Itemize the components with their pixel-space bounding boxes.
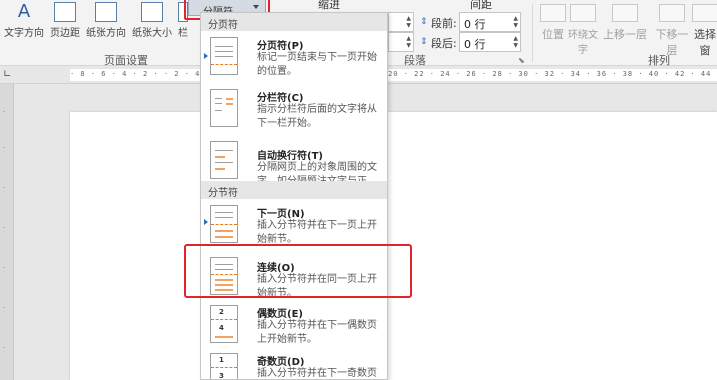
orientation-icon — [95, 2, 117, 22]
text-direction-button[interactable]: A 文字方向 — [4, 0, 44, 48]
spacing-before-input[interactable]: 0 行 ▲ ▼ — [459, 12, 521, 32]
indent-left-stepper[interactable]: ▲ ▼ — [388, 12, 414, 32]
page-breaks-header: 分页符 — [201, 13, 387, 31]
bring-forward-button[interactable]: 上移一层 — [600, 4, 650, 42]
paper-size-icon — [141, 2, 163, 22]
spacing-before-label: 段前: — [431, 17, 457, 30]
continuous-highlight — [184, 244, 412, 298]
text-direction-icon: A — [17, 1, 31, 22]
selection-pane-icon — [692, 4, 717, 22]
dialog-launcher-icon[interactable]: ⬊ — [518, 56, 525, 65]
indent-label: 缩进 — [318, 0, 340, 11]
column-break-icon — [210, 89, 238, 127]
spacing-before-icon: ⇕ — [420, 17, 428, 27]
wrap-text-icon — [570, 4, 596, 22]
selection-pane-button[interactable]: 选择窗 — [690, 4, 717, 58]
send-backward-button[interactable]: 下移一层 — [652, 4, 692, 58]
menu-item-next-page[interactable]: 下一页(N) 插入分节符并在下一页上开始新节。 — [201, 201, 387, 249]
bring-forward-icon — [612, 4, 638, 22]
spacing-label: 间距 — [470, 0, 492, 11]
menu-item-page-break[interactable]: 分页符(P) 标记一页结束与下一页开始的位置。 — [201, 33, 387, 85]
margins-icon — [54, 2, 76, 22]
selected-indicator-icon — [204, 219, 208, 225]
menu-item-even-page[interactable]: 2 4 偶数页(E) 插入分节符并在下一偶数页上开始新节。 — [201, 301, 387, 347]
odd-page-icon: 1 3 — [210, 353, 238, 379]
wrap-text-button[interactable]: 环绕文字 — [568, 4, 598, 56]
position-button[interactable]: 位置 — [540, 4, 566, 42]
paper-size-button[interactable]: 纸张大小 — [130, 0, 174, 48]
selected-indicator-icon — [204, 53, 208, 59]
breaks-dropdown-menu: 分页符 分页符(P) 标记一页结束与下一页开始的位置。 分栏符(C) 指示分栏符… — [200, 12, 388, 380]
vertical-ruler[interactable]: · · · · · · · — [0, 84, 14, 380]
menu-item-column-break[interactable]: 分栏符(C) 指示分栏符后面的文字将从下一栏开始。 — [201, 85, 387, 137]
page-break-icon — [210, 37, 238, 75]
position-icon — [540, 4, 566, 22]
text-wrapping-break-icon — [210, 141, 238, 179]
ruler-ticks: · 8 · 6 · 4 · 2 · · 2 · 4 · 6 · 8 · 10 ·… — [70, 70, 717, 78]
send-backward-icon — [659, 4, 685, 22]
orientation-button[interactable]: 纸张方向 — [84, 0, 128, 48]
spacing-after-label: 段后: — [431, 37, 457, 50]
margins-button[interactable]: 页边距 — [48, 0, 82, 48]
next-page-icon — [210, 205, 238, 243]
even-page-icon: 2 4 — [210, 305, 238, 343]
horizontal-ruler[interactable]: · 8 · 6 · 4 · 2 · · 2 · 4 · 6 · 8 · 10 ·… — [70, 69, 717, 81]
indent-right-stepper[interactable]: ▲ ▼ — [388, 32, 414, 52]
menu-item-odd-page[interactable]: 1 3 奇数页(D) 插入分节符并在下一奇数页上开始新节。 — [201, 349, 387, 379]
section-breaks-header: 分节符 — [201, 181, 387, 199]
spacing-after-icon: ⇕ — [420, 37, 428, 47]
group-divider — [532, 4, 533, 62]
tab-selector-icon[interactable]: ∟ — [3, 70, 13, 80]
spacing-after-input[interactable]: 0 行 ▲ ▼ — [459, 32, 521, 52]
